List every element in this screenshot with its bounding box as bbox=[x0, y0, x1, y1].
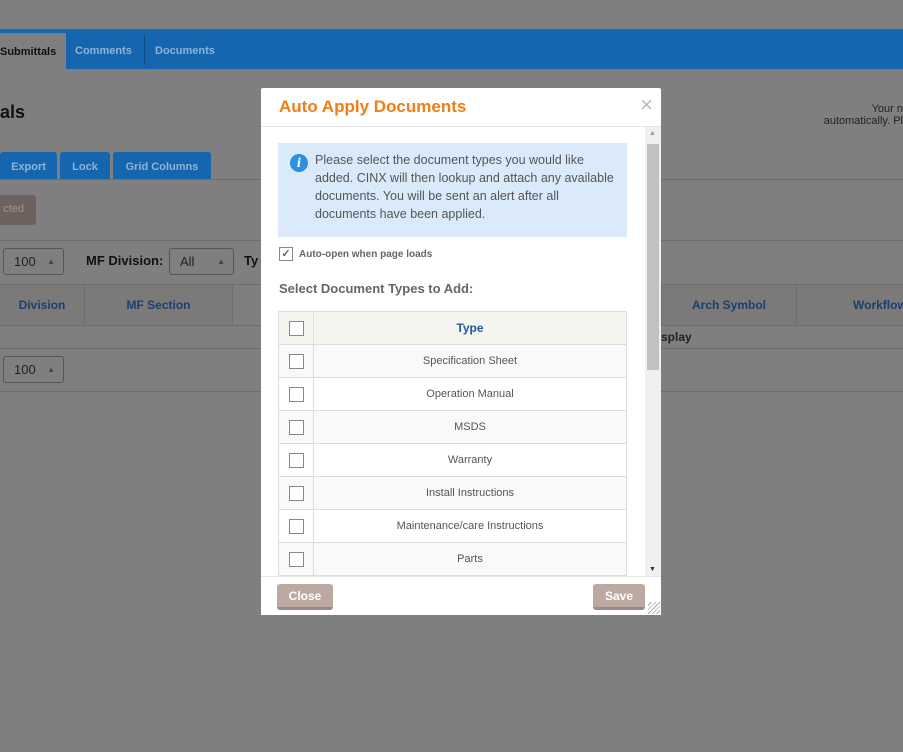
row-checkbox[interactable] bbox=[288, 518, 304, 534]
notice-text: Your n automatically. Pl bbox=[803, 103, 903, 127]
notice-line: Your n bbox=[871, 103, 903, 115]
top-nav: Submittals Comments Documents bbox=[0, 29, 903, 69]
table-header: Type bbox=[279, 312, 626, 345]
type-label: Operation Manual bbox=[426, 388, 514, 400]
table-row[interactable]: Operation Manual bbox=[279, 378, 626, 411]
export-button[interactable]: Export bbox=[0, 152, 57, 180]
auto-open-label: Auto-open when page loads bbox=[299, 248, 433, 260]
divider bbox=[261, 126, 661, 127]
resize-handle[interactable] bbox=[648, 602, 660, 614]
column-division[interactable]: Division bbox=[0, 285, 85, 325]
info-text: Please select the document types you wou… bbox=[315, 153, 614, 221]
page-size-select[interactable]: 100 ▲ bbox=[3, 248, 64, 275]
row-checkbox[interactable] bbox=[288, 419, 304, 435]
save-button[interactable]: Save bbox=[593, 584, 645, 610]
page-size-select-bottom[interactable]: 100 ▲ bbox=[3, 356, 64, 383]
row-checkbox[interactable] bbox=[288, 353, 304, 369]
grid-message: splay bbox=[661, 330, 692, 344]
tab-documents[interactable]: Documents bbox=[155, 29, 215, 69]
section-label: Select Document Types to Add: bbox=[279, 281, 474, 296]
table-row[interactable]: Warranty bbox=[279, 444, 626, 477]
type-label: Specification Sheet bbox=[422, 355, 518, 367]
type-label: Install Instructions bbox=[425, 487, 515, 499]
spinner-icon: ▲ bbox=[47, 257, 55, 266]
tab-comments[interactable]: Comments bbox=[75, 29, 132, 69]
scroll-down-icon[interactable]: ▼ bbox=[649, 566, 656, 573]
type-label: MSDS bbox=[454, 421, 486, 433]
spinner-icon: ▲ bbox=[47, 365, 55, 374]
info-box: i Please select the document types you w… bbox=[278, 143, 627, 237]
table-row[interactable]: Specification Sheet bbox=[279, 345, 626, 378]
scrollbar[interactable]: ▲ ▼ bbox=[645, 127, 661, 576]
selected-button[interactable]: cted bbox=[0, 195, 36, 225]
scrollbar-thumb[interactable] bbox=[647, 144, 659, 370]
type-label: Ty bbox=[244, 253, 259, 268]
document-types-table: Type Specification Sheet Operation Manual… bbox=[278, 311, 627, 576]
spinner-icon: ▲ bbox=[217, 257, 225, 266]
row-checkbox[interactable] bbox=[288, 386, 304, 402]
table-row[interactable]: Install Instructions bbox=[279, 477, 626, 510]
check-icon: ✓ bbox=[279, 247, 293, 261]
auto-open-checkbox[interactable]: ✓ Auto-open when page loads bbox=[279, 247, 432, 261]
row-checkbox[interactable] bbox=[288, 485, 304, 501]
auto-apply-dialog: Auto Apply Documents × i Please select t… bbox=[261, 88, 661, 615]
tab-submittals[interactable]: Submittals bbox=[0, 33, 66, 69]
page-title: als bbox=[0, 102, 26, 122]
notice-line: automatically. Pl bbox=[823, 115, 903, 127]
table-row[interactable]: Parts bbox=[279, 543, 626, 576]
column-mf-section[interactable]: MF Section bbox=[85, 285, 233, 325]
row-checkbox[interactable] bbox=[288, 551, 304, 567]
dialog-footer: Close Save bbox=[261, 576, 661, 615]
row-checkbox[interactable] bbox=[288, 452, 304, 468]
info-icon: i bbox=[290, 154, 308, 172]
mf-division-label: MF Division: bbox=[86, 253, 164, 268]
table-row[interactable]: Maintenance/care Instructions bbox=[279, 510, 626, 543]
column-arch-symbol[interactable]: Arch Symbol bbox=[661, 285, 797, 325]
page-size-value: 100 bbox=[14, 362, 36, 377]
grid-columns-button[interactable]: Grid Columns bbox=[113, 152, 211, 180]
lock-button[interactable]: Lock bbox=[60, 152, 110, 180]
close-icon[interactable]: × bbox=[640, 92, 653, 118]
page-size-value: 100 bbox=[14, 254, 36, 269]
mf-division-select[interactable]: All ▲ bbox=[169, 248, 234, 275]
close-button[interactable]: Close bbox=[277, 584, 333, 610]
type-label: Parts bbox=[457, 553, 483, 565]
column-type: Type bbox=[456, 321, 484, 335]
type-label: Warranty bbox=[447, 454, 493, 466]
select-all-checkbox[interactable] bbox=[288, 320, 304, 336]
type-label: Maintenance/care Instructions bbox=[396, 520, 544, 532]
scroll-up-icon[interactable]: ▲ bbox=[649, 130, 656, 137]
column-workflow[interactable]: Workflow bbox=[797, 285, 903, 325]
mf-division-value: All bbox=[180, 254, 195, 269]
tab-divider bbox=[144, 35, 145, 65]
dialog-title: Auto Apply Documents bbox=[279, 97, 467, 116]
table-row[interactable]: MSDS bbox=[279, 411, 626, 444]
